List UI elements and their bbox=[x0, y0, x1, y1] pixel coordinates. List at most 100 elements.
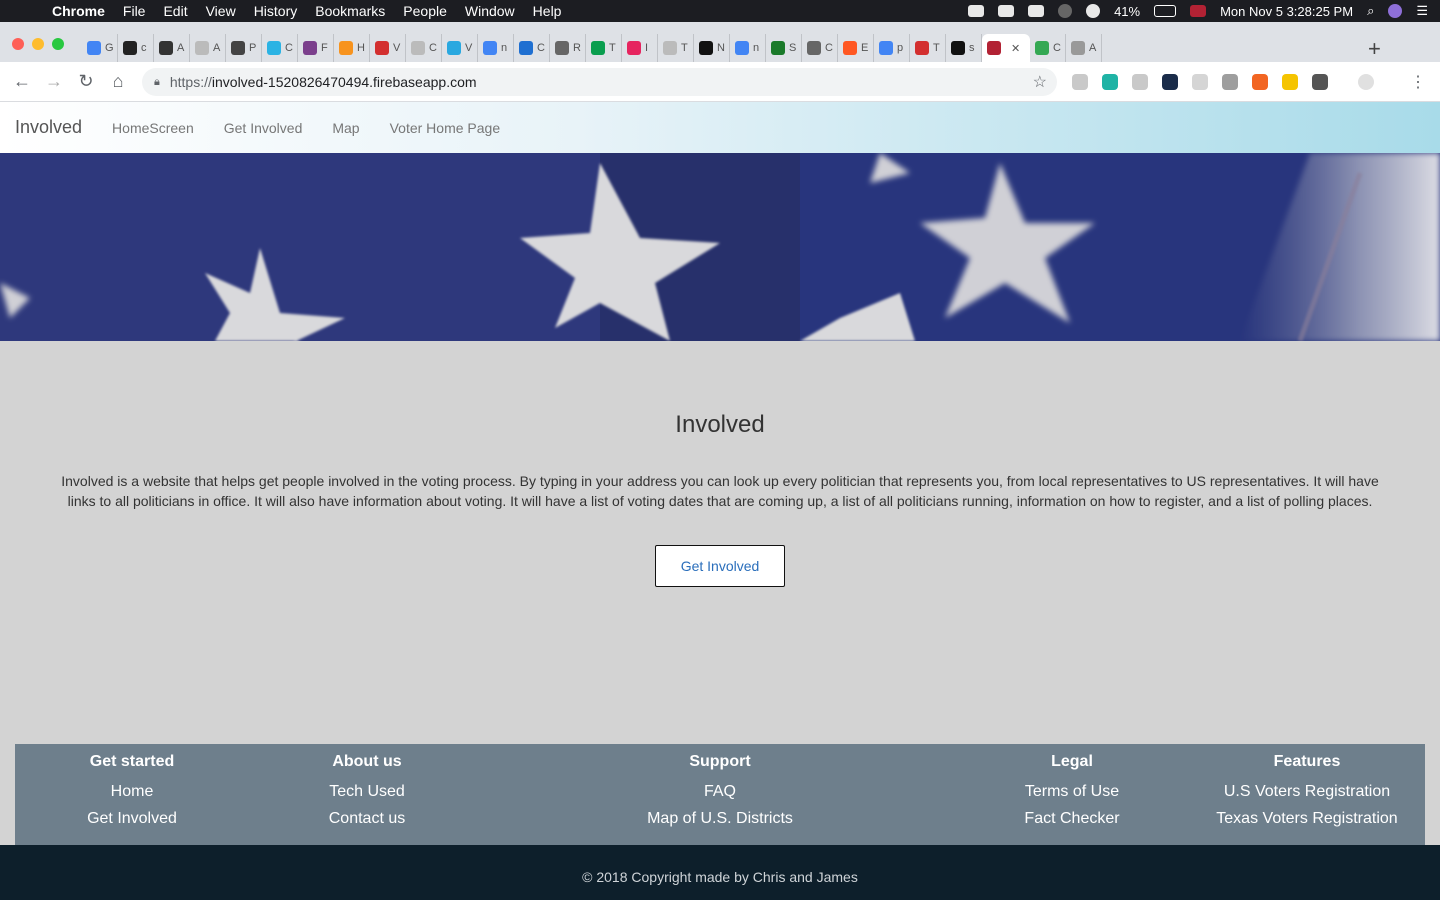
browser-tab[interactable]: c bbox=[118, 34, 154, 62]
wifi-icon[interactable] bbox=[1086, 4, 1101, 18]
tab-label: V bbox=[393, 42, 401, 54]
browser-tab[interactable]: C bbox=[262, 34, 298, 62]
spotlight-search-icon[interactable]: ⌕ bbox=[1367, 3, 1374, 19]
menu-bookmarks[interactable]: Bookmarks bbox=[315, 3, 385, 19]
dropbox-icon[interactable] bbox=[1028, 5, 1045, 17]
extension-icon[interactable] bbox=[1132, 74, 1148, 90]
nav-map[interactable]: Map bbox=[332, 120, 359, 136]
battery-icon[interactable] bbox=[1154, 5, 1177, 17]
browser-tab[interactable]: C bbox=[1030, 34, 1066, 62]
reload-icon[interactable]: ↻ bbox=[70, 71, 102, 92]
browser-tab[interactable]: F bbox=[298, 34, 334, 62]
tab-label: C bbox=[825, 42, 833, 54]
menu-history[interactable]: History bbox=[254, 3, 298, 19]
nav-homescreen[interactable]: HomeScreen bbox=[112, 120, 194, 136]
browser-tab[interactable]: G bbox=[82, 34, 118, 62]
menu-window[interactable]: Window bbox=[465, 3, 515, 19]
menu-file[interactable]: File bbox=[123, 3, 146, 19]
site-brand[interactable]: Involved bbox=[15, 117, 82, 138]
menu-edit[interactable]: Edit bbox=[163, 3, 187, 19]
tab-label: n bbox=[501, 42, 508, 54]
menu-help[interactable]: Help bbox=[533, 3, 562, 19]
browser-tab[interactable]: s bbox=[946, 34, 982, 62]
minimize-window-button[interactable] bbox=[32, 38, 44, 50]
tab-favicon-icon bbox=[123, 41, 137, 55]
browser-tab[interactable]: V bbox=[442, 34, 478, 62]
browser-tab[interactable]: A bbox=[154, 34, 190, 62]
browser-tab[interactable]: S bbox=[766, 34, 802, 62]
extension-icon[interactable] bbox=[1072, 74, 1088, 90]
browser-tab[interactable]: P bbox=[226, 34, 262, 62]
bluetooth-icon[interactable] bbox=[1058, 4, 1073, 18]
browser-tab-active[interactable]: ✕ bbox=[982, 34, 1030, 62]
browser-tab[interactable]: I bbox=[622, 34, 658, 62]
footer-link-faq[interactable]: FAQ bbox=[600, 784, 840, 800]
menubar-clock[interactable]: Mon Nov 5 3:28:25 PM bbox=[1220, 4, 1353, 19]
address-bar[interactable]: 🔒︎ https:// involved-1520826470494.fireb… bbox=[142, 68, 1057, 96]
evernote-icon[interactable] bbox=[998, 5, 1015, 17]
siri-icon[interactable] bbox=[1388, 4, 1403, 18]
browser-tab[interactable]: n bbox=[478, 34, 514, 62]
menu-people[interactable]: People bbox=[403, 3, 447, 19]
lock-icon[interactable]: 🔒︎ bbox=[154, 76, 160, 89]
bookmark-star-icon[interactable]: ☆ bbox=[1033, 72, 1047, 92]
browser-tab[interactable]: H bbox=[334, 34, 370, 62]
browser-toolbar: ← → ↻ ⌂ 🔒︎ https:// involved-15208264704… bbox=[0, 62, 1440, 102]
browser-tab[interactable]: p bbox=[874, 34, 910, 62]
browser-tab[interactable]: C bbox=[514, 34, 550, 62]
extension-icon[interactable] bbox=[1252, 74, 1268, 90]
tab-favicon-icon bbox=[843, 41, 857, 55]
tab-label: S bbox=[789, 42, 797, 54]
browser-tab[interactable]: E bbox=[838, 34, 874, 62]
footer-link-get-involved[interactable]: Get Involved bbox=[12, 811, 252, 827]
browser-tab[interactable]: T bbox=[658, 34, 694, 62]
extension-icon[interactable] bbox=[1312, 74, 1328, 90]
footer-link-texas-voters-registration[interactable]: Texas Voters Registration bbox=[1187, 811, 1427, 827]
nav-voter-home-page[interactable]: Voter Home Page bbox=[390, 120, 501, 136]
chrome-menu-icon[interactable]: ⋮ bbox=[1410, 72, 1426, 92]
browser-tab[interactable]: T bbox=[586, 34, 622, 62]
footer-link-map-districts[interactable]: Map of U.S. Districts bbox=[600, 811, 840, 827]
get-involved-button[interactable]: Get Involved bbox=[655, 545, 785, 587]
extension-icon[interactable] bbox=[1162, 74, 1178, 90]
profile-avatar-icon[interactable] bbox=[1358, 74, 1374, 90]
footer-link-home[interactable]: Home bbox=[12, 784, 252, 800]
new-tab-button[interactable]: + bbox=[1368, 36, 1381, 62]
menu-view[interactable]: View bbox=[206, 3, 236, 19]
site-description: Involved is a website that helps get peo… bbox=[61, 473, 1379, 509]
back-arrow-icon[interactable]: ← bbox=[6, 71, 38, 92]
browser-tab[interactable]: n bbox=[730, 34, 766, 62]
tab-label: C bbox=[1053, 42, 1061, 54]
tab-favicon-icon bbox=[447, 41, 461, 55]
close-tab-icon[interactable]: ✕ bbox=[1011, 42, 1020, 55]
browser-tab[interactable]: A bbox=[190, 34, 226, 62]
zoom-window-button[interactable] bbox=[52, 38, 64, 50]
browser-tab[interactable]: A bbox=[1066, 34, 1102, 62]
browser-tab[interactable]: T bbox=[910, 34, 946, 62]
close-window-button[interactable] bbox=[12, 38, 24, 50]
extension-icon[interactable] bbox=[1282, 74, 1298, 90]
forward-arrow-icon[interactable]: → bbox=[38, 71, 70, 92]
browser-tab[interactable]: C bbox=[802, 34, 838, 62]
footer-link-terms-of-use[interactable]: Terms of Use bbox=[952, 784, 1192, 800]
nav-get-involved[interactable]: Get Involved bbox=[224, 120, 303, 136]
extension-icon[interactable] bbox=[1102, 74, 1118, 90]
tab-label: R bbox=[573, 42, 581, 54]
extension-icon[interactable] bbox=[1192, 74, 1208, 90]
browser-tab[interactable]: N bbox=[694, 34, 730, 62]
browser-tab[interactable]: C bbox=[406, 34, 442, 62]
browser-tab[interactable]: V bbox=[370, 34, 406, 62]
menu-app-chrome[interactable]: Chrome bbox=[52, 3, 105, 19]
flag-input-icon[interactable] bbox=[1190, 5, 1207, 17]
footer-link-fact-checker[interactable]: Fact Checker bbox=[952, 811, 1192, 827]
home-icon[interactable]: ⌂ bbox=[102, 71, 134, 92]
footer-link-tech-used[interactable]: Tech Used bbox=[247, 784, 487, 800]
footer-link-us-voters-registration[interactable]: U.S Voters Registration bbox=[1187, 784, 1427, 800]
footer-link-contact-us[interactable]: Contact us bbox=[247, 811, 487, 827]
creative-cloud-icon[interactable] bbox=[968, 5, 985, 17]
tab-label: T bbox=[933, 42, 940, 54]
notification-center-icon[interactable]: ☰ bbox=[1416, 3, 1428, 19]
browser-tab[interactable]: R bbox=[550, 34, 586, 62]
extension-icon[interactable] bbox=[1222, 74, 1238, 90]
tab-favicon-icon bbox=[663, 41, 677, 55]
